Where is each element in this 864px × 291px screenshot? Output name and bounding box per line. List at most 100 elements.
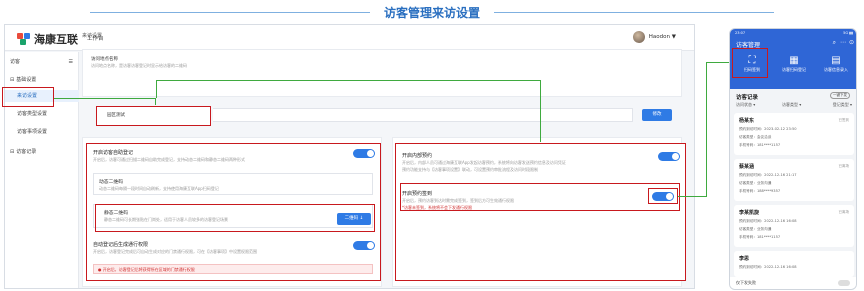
static-qr-box: 静态二维码 静态二维码可长期张贴在门岗处，适用于访客人员较多的访客登记场景	[95, 204, 375, 232]
internal-invite-toggle[interactable]	[658, 152, 680, 161]
sidebar-group-basic[interactable]: ⊟ 基础设置	[5, 74, 79, 86]
tile-visitor-qr-register-label: 访客扫码登记	[782, 67, 806, 72]
auto-permission-warning-text: 开启后，访客登记后将获得所在区域的门禁通行权限	[102, 267, 195, 272]
record-type: 访客类型：会议洽谈	[739, 135, 772, 139]
record-status: 已签到	[838, 118, 850, 122]
connector-to-right-v	[540, 80, 541, 142]
address-hint: 访问地点名称，是访客访客登记时显示给访客的二维码	[91, 63, 187, 68]
appointment-checkin-toggle[interactable]	[652, 191, 674, 201]
connector-phone-v	[706, 62, 707, 197]
menu-icon[interactable]: ☰	[69, 56, 73, 68]
connector-vertical-left	[156, 80, 157, 98]
record-card[interactable]: 李思 预约到访时间：2022-12-16 16:08	[734, 251, 854, 277]
tile-visitor-entry[interactable]: ▤ 访客信息录入	[818, 55, 854, 73]
sidebar-group-records[interactable]: ⊟ 访客记录	[5, 146, 79, 158]
auto-permission-title: 自动登记后生成通行权限	[93, 242, 149, 248]
address-label: 访问地点名称	[91, 57, 118, 62]
tile-visitor-entry-label: 访客信息录入	[824, 67, 848, 72]
download-qr-button[interactable]: 二维码 ↓	[337, 213, 371, 225]
failed-only-toggle[interactable]	[838, 280, 850, 286]
record-time: 预约到访时间：2022-12-16 21:17	[739, 173, 797, 177]
filter-register-type[interactable]: 登记类型 ▾	[833, 102, 852, 108]
internal-appointment-box: 开启内部预约 开启后，内部人员可通过海康互联App发起访客预约，系统将向访客发送…	[395, 143, 686, 281]
highlight-sidebar-item	[2, 87, 54, 107]
filter-status[interactable]: 访问状态 ▾	[736, 102, 755, 108]
sidebar-group-records-label: 访客记录	[16, 149, 37, 155]
connector-sidebar-to-address	[54, 98, 156, 99]
search-icon[interactable]: ⌕	[833, 39, 836, 47]
dynamic-qr-title: 动态二维码	[99, 180, 123, 185]
self-reg-title: 开启访客自助登记	[93, 150, 134, 156]
record-card[interactable]: 李某凯旋 已离场 预约到访时间：2022-12-16 16:08 访客类型：业务…	[734, 205, 854, 247]
auto-permission-hint: 开启后，访客登记完成后可自动生成对应的门禁通行权限，可在【访客事项】中设置权限范…	[93, 249, 257, 254]
appointment-checkin-box	[400, 183, 680, 211]
settings-icon: ⊟	[10, 77, 15, 83]
self-reg-hint: 开启后，访客可通过扫描二维码自助完成登记，支持动态二维码和静态二维码两种形式	[93, 157, 245, 162]
sidebar-group-basic-label: 基础设置	[16, 77, 37, 83]
auto-permission-toggle[interactable]	[353, 241, 375, 250]
banner-title: 访客管理来访设置	[383, 6, 480, 20]
close-icon[interactable]: ⊙	[849, 39, 854, 46]
filter-visitor-type[interactable]: 访客类型 ▾	[782, 102, 801, 108]
sidebar-title: 访客 ☰	[5, 56, 79, 68]
failed-only-label: 仅下发失败	[736, 280, 756, 285]
qr-code-icon: ▦	[789, 55, 799, 66]
record-phone: 手机号码：188****9357	[739, 189, 781, 193]
dynamic-qr-hint: 动态二维码每隔一段时间自动刷新，支持使用海康互联App扫码登记	[99, 186, 219, 191]
internal-invite-hint-1: 开启后，内部人员可通过海康互联App发起访客预约，系统将向访客发送预约信息及访问…	[402, 160, 566, 165]
sidebar-item-visitor-matters[interactable]: 访客事项设置	[5, 126, 79, 138]
static-qr-title: 静态二维码	[104, 211, 128, 216]
sidebar-item-visitor-types[interactable]: 访客类型设置	[5, 108, 79, 120]
record-type: 访客类型：业务沟通	[739, 181, 772, 185]
sidebar-title-label: 访客	[10, 59, 21, 65]
record-name: 蔡某涵	[739, 164, 755, 170]
logo: 海康互联	[17, 31, 78, 47]
dynamic-qr-option[interactable]: 动态二维码 动态二维码每隔一段时间自动刷新，支持使用海康互联App扫码登记	[93, 173, 373, 195]
more-icon[interactable]: ⋯	[840, 39, 846, 46]
connector-to-right-h	[156, 80, 541, 81]
user-menu[interactable]: Haodon ▼	[632, 31, 676, 43]
address-input-track	[213, 108, 633, 122]
warning-icon: ●	[98, 267, 102, 272]
internal-invite-hint-2: 预约功能支持与【访客事项设置】联动，可设置预约审批流程及访问时段限制	[402, 167, 538, 172]
records-icon: ⊟	[10, 149, 15, 155]
record-status: 已离场	[838, 210, 850, 214]
avatar	[632, 31, 645, 43]
record-phone: 手机号码：181****1157	[739, 235, 781, 239]
address-input[interactable]: 园区测试	[107, 112, 125, 118]
record-name: 杨某东	[739, 118, 755, 124]
auto-permission-warning: ● 开启后，访客登记后将获得所在区域的门禁通行权限	[93, 264, 373, 274]
phone-time: 23:07	[735, 31, 746, 35]
record-status: 已离场	[838, 164, 850, 168]
connector-phone-h	[678, 196, 706, 197]
record-time: 预约到访时间：2022-12-16 16:08	[739, 219, 797, 223]
record-name: 李思	[739, 256, 750, 262]
logo-text: 海康互联	[34, 33, 78, 46]
record-type: 访客类型：业务沟通	[739, 227, 772, 231]
records-filters: 访问状态 ▾ 访客类型 ▾ 登记类型 ▾	[730, 102, 856, 110]
address-panel: 访问地点名称 访问地点名称，是访客访客登记时显示给访客的二维码	[82, 49, 682, 110]
record-phone: 手机号码：181****1157	[739, 143, 781, 147]
logo-mark-icon	[17, 33, 31, 45]
internal-invite-title: 开启内部预约	[402, 153, 433, 159]
one-click-send-button[interactable]: 一键下发	[830, 92, 850, 99]
record-card[interactable]: 蔡某涵 已离场 预约到访时间：2022-12-16 21:17 访客类型：业务沟…	[734, 159, 854, 201]
tile-visitor-qr-register[interactable]: ▦ 访客扫码登记	[776, 55, 812, 73]
connector-down-1	[155, 98, 156, 105]
address-input-box: 园区测试	[96, 106, 211, 126]
record-time: 预约到访时间：2023-02-12 23:50	[739, 127, 797, 131]
breadcrumb: 来访设置	[82, 33, 103, 39]
phone-signal: 5G ▮▮	[843, 31, 853, 35]
appointment-toggle-box	[648, 188, 678, 204]
self-reg-toggle[interactable]	[353, 149, 375, 158]
record-card[interactable]: 杨某东 已签到 预约到访时间：2023-02-12 23:50 访客类型：会议洽…	[734, 113, 854, 155]
static-qr-hint: 静态二维码可长期张贴在门岗处，适用于访客人员较多的访客登记场景	[104, 217, 228, 222]
record-name: 李某凯旋	[739, 210, 760, 216]
record-time: 预约到访时间：2022-12-16 16:08	[739, 265, 797, 269]
modify-button[interactable]: 修改	[642, 109, 672, 121]
top-bar: 海康互联 工作台 Haodon ▼	[5, 25, 694, 51]
records-title: 访客记录	[736, 95, 759, 101]
highlight-scan-tile	[732, 48, 768, 78]
id-card-icon: ▤	[831, 55, 841, 66]
user-name: Haodon ▼	[648, 34, 676, 40]
